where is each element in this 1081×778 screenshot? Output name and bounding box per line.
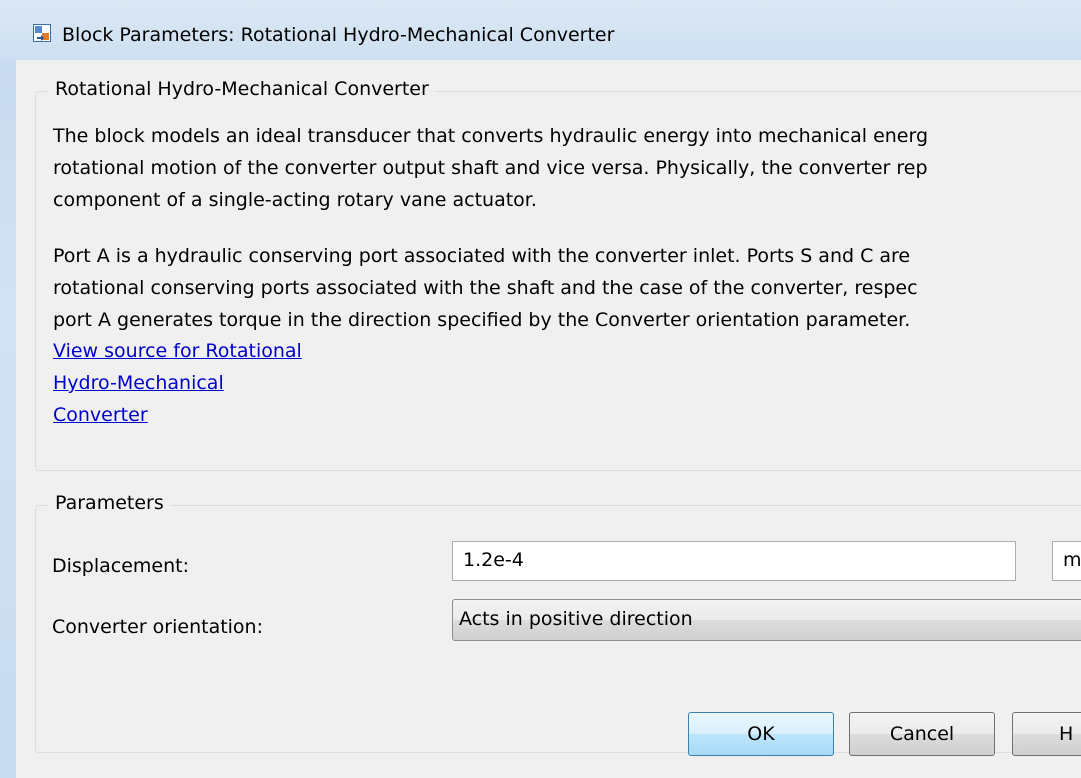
description-line: The block models an ideal transducer tha… (53, 125, 929, 147)
description-line: port A generates torque in the direction… (53, 309, 911, 331)
displacement-input[interactable]: 1.2e-4 (452, 541, 1016, 581)
view-source-link[interactable]: Hydro-Mechanical (53, 372, 224, 394)
simulink-block-icon (33, 24, 51, 42)
window-title: Block Parameters: Rotational Hydro-Mecha… (62, 24, 615, 46)
converter-orientation-label: Converter orientation: (52, 616, 264, 638)
window-frame (0, 0, 16, 778)
parameters-group-title: Parameters (49, 492, 170, 514)
description-line: Port A is a hydraulic conserving port as… (53, 245, 911, 267)
description-line: rotational motion of the converter outpu… (53, 157, 928, 179)
view-source-link[interactable]: Converter (53, 404, 148, 426)
description-paragraph-1: The block models an ideal transducer tha… (53, 120, 928, 216)
description-line: component of a single-acting rotary vane… (53, 189, 537, 211)
cancel-button[interactable]: Cancel (849, 712, 995, 756)
ok-button[interactable]: OK (688, 712, 834, 756)
description-group-title: Rotational Hydro-Mechanical Converter (49, 78, 435, 100)
title-bar[interactable]: Block Parameters: Rotational Hydro-Mecha… (0, 0, 1081, 60)
displacement-label: Displacement: (52, 555, 190, 577)
help-button[interactable]: H (1012, 712, 1081, 756)
view-source-link[interactable]: View source for Rotational (53, 340, 302, 362)
description-line: rotational conserving ports associated w… (53, 277, 918, 299)
dialog-client-area: Rotational Hydro-Mechanical Converter Th… (16, 60, 1081, 778)
converter-orientation-select[interactable]: Acts in positive direction (452, 599, 1081, 641)
displacement-units-input[interactable]: m (1052, 541, 1081, 581)
description-paragraph-2: Port A is a hydraulic conserving port as… (53, 240, 918, 336)
